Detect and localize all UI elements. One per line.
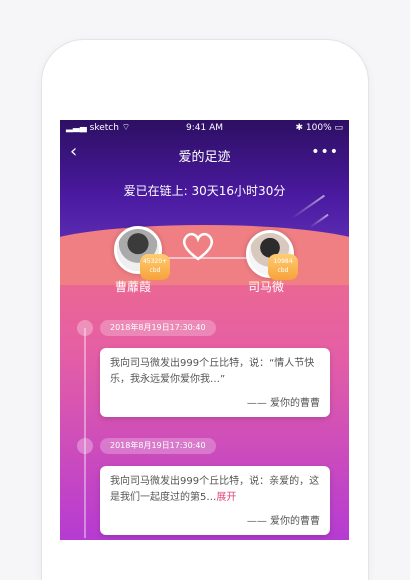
score-badge-right: 10984 cbd <box>268 254 298 280</box>
battery-indicator: ✱ 100% ▭ <box>295 123 343 133</box>
app-screen: ▂▃▄ sketch ⌔ 9:41 AM ✱ 100% ▭ ‹ 爱的足迹 •••… <box>60 120 349 540</box>
status-bar: ▂▃▄ sketch ⌔ 9:41 AM ✱ 100% ▭ <box>60 120 349 136</box>
card-message: 我向司马微发出999个丘比特，说：亲爱的，这是我们一起度过的第5…展开 <box>110 476 320 503</box>
partner-name-left: 曹蘼葭 <box>115 280 152 294</box>
timeline-date: 2018年8月19日17:30:40 <box>100 320 216 336</box>
heart-icon <box>182 232 214 261</box>
card-signature: —— 爱你的曹曹 <box>246 398 320 409</box>
card-message: 我向司马微发出999个丘比特，说：“情人节快乐，我永远爱你爱你我…” <box>110 358 315 385</box>
score-badge-left: 45320+ cbd <box>140 254 170 280</box>
more-icon[interactable]: ••• <box>311 144 339 160</box>
timeline-date: 2018年8月19日17:30:40 <box>100 438 216 454</box>
heart-icon <box>77 320 93 336</box>
timeline-card[interactable]: 我向司马微发出999个丘比特，说：亲爱的，这是我们一起度过的第5…展开 —— 爱… <box>100 466 330 535</box>
timeline-card[interactable]: 我向司马微发出999个丘比特，说：“情人节快乐，我永远爱你爱你我…” —— 爱你… <box>100 348 330 417</box>
partner-name-right: 司马微 <box>248 280 285 294</box>
expand-link[interactable]: 展开 <box>216 492 236 503</box>
heart-icon <box>77 438 93 454</box>
card-signature: —— 爱你的曹曹 <box>246 516 320 527</box>
page-title: 爱的足迹 <box>178 150 231 165</box>
timeline-line <box>84 328 86 538</box>
love-duration: 爱已在链上: 30天16小时30分 <box>123 184 286 198</box>
navigation-bar: ‹ 爱的足迹 ••• <box>60 138 349 168</box>
